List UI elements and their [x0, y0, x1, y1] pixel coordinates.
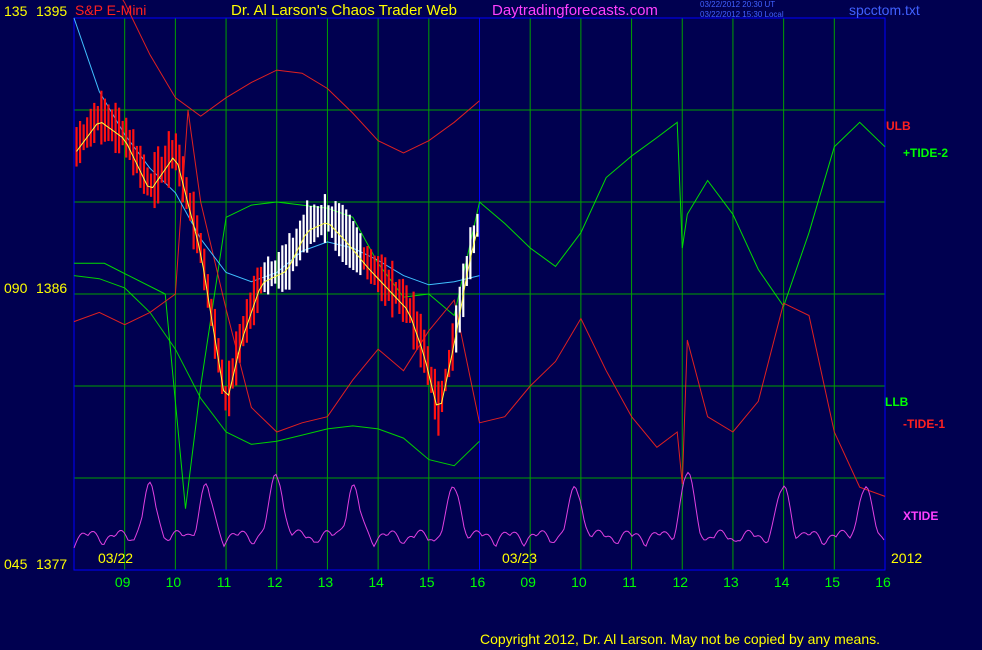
x-tick-label: 15: [419, 574, 435, 590]
x-tick-label: 16: [875, 574, 891, 590]
x-tick-label: 13: [723, 574, 739, 590]
x-tick-label: 14: [774, 574, 790, 590]
site-url[interactable]: Daytradingforecasts.com: [492, 3, 658, 18]
x-tick-label: 11: [217, 574, 232, 590]
session-label-1: 03/22: [98, 550, 134, 566]
x-tick-label: 12: [672, 574, 688, 590]
y-tick-mid-price: 1386: [36, 280, 68, 296]
timestamp-local: 03/22/2012 15:30 Local: [700, 10, 784, 19]
site-title: Dr. Al Larson's Chaos Trader Web: [231, 2, 458, 19]
x-tick-label: 11: [622, 574, 637, 590]
label-tide-plus: +TIDE-2: [903, 146, 949, 160]
x-tick-label: 16: [470, 574, 486, 590]
label-ulb: ULB: [886, 119, 911, 133]
y-tick-mid-pct: 090: [4, 280, 28, 296]
x-tick-label: 13: [318, 574, 334, 590]
year-label: 2012: [891, 550, 923, 566]
x-axis-labels: 09 10 11 12 13 14 15 16 09 10 11 12 13 14 15 16: [115, 574, 891, 590]
chart-canvas: 09 10 11 12 13 14 15 16 09 10 11 12 13 14 15 16: [73, 0, 891, 590]
x-tick-label: 09: [115, 574, 131, 590]
instrument-title: S&P E-Mini: [75, 2, 147, 18]
x-tick-label: 10: [166, 574, 182, 590]
x-tick-label: 14: [368, 574, 384, 590]
x-tick-label: 10: [571, 574, 587, 590]
y-tick-bottom-pct: 045: [4, 556, 28, 572]
timestamp-ut: 03/22/2012 20:30 UT: [700, 0, 776, 9]
label-tide-minus: -TIDE-1: [903, 417, 945, 431]
y-tick-bottom-price: 1377: [36, 556, 68, 572]
label-xtide: XTIDE: [903, 509, 939, 523]
x-tick-label: 15: [825, 574, 841, 590]
x-tick-label: 09: [520, 574, 536, 590]
session-label-2: 03/23: [502, 550, 538, 566]
y-tick-top-pct: 135: [4, 3, 28, 19]
label-llb: LLB: [885, 395, 909, 409]
copyright: Copyright 2012, Dr. Al Larson. May not b…: [480, 631, 881, 647]
file-name: spcctom.txt: [849, 2, 920, 18]
y-tick-top-price: 1395: [36, 3, 68, 19]
x-tick-label: 12: [267, 574, 283, 590]
